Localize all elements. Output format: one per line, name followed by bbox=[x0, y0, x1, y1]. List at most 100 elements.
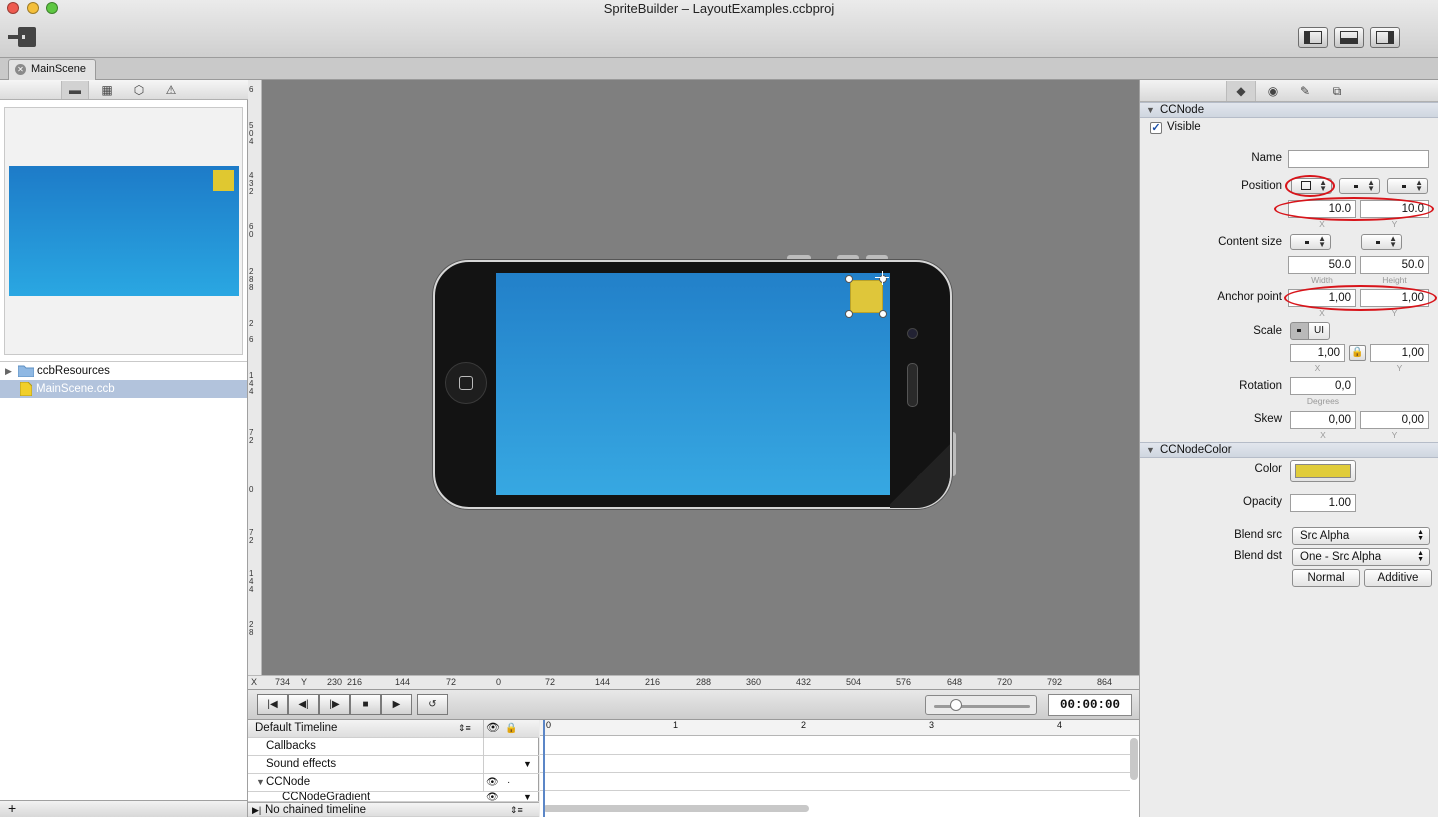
ccnode-section-header[interactable]: ▼ CCNode bbox=[1140, 102, 1438, 118]
position-x-unit-popup[interactable]: ▲ ▼ bbox=[1339, 178, 1380, 194]
name-field[interactable] bbox=[1288, 150, 1429, 168]
vertical-scrollbar[interactable] bbox=[1130, 738, 1138, 780]
loop-button[interactable]: ↺ bbox=[417, 694, 448, 715]
timeline-selector[interactable]: Default Timeline ⇕≡ 👁 🔒 bbox=[248, 720, 539, 738]
play-button[interactable]: ▶ bbox=[381, 694, 412, 715]
selection-handle[interactable] bbox=[845, 275, 853, 283]
lock-icon[interactable]: 🔒 bbox=[505, 720, 517, 737]
horizontal-ruler: X 734 Y 230 216 144 72 0 72 144 216 288 … bbox=[248, 675, 1139, 689]
timeline-controls: |◀ ◀| |▶ ■ ▶ ↺ 00:00:00 bbox=[248, 689, 1139, 720]
y-coord-label: Y bbox=[301, 677, 308, 687]
add-icon[interactable]: + bbox=[8, 800, 16, 816]
stop-button[interactable]: ■ bbox=[350, 694, 381, 715]
home-button-icon bbox=[445, 362, 487, 404]
tab-mainscene[interactable]: ✕ MainScene bbox=[8, 59, 96, 80]
timeline-keyframe-area[interactable]: 0 1 2 3 4 bbox=[540, 720, 1139, 817]
scale-ui-toggle[interactable]: UI bbox=[1308, 322, 1330, 340]
track-label: Callbacks bbox=[266, 740, 316, 752]
tileless-grid-icon[interactable]: ▦ bbox=[93, 81, 121, 99]
chained-timeline-selector[interactable]: ▶| No chained timeline ⇕≡ bbox=[248, 802, 539, 817]
templates-tab-icon[interactable]: ⧉ bbox=[1322, 81, 1352, 101]
disclosure-triangle-icon[interactable]: ▼ bbox=[1146, 103, 1155, 117]
jump-to-start-button[interactable]: |◀ bbox=[257, 694, 288, 715]
timeline-zoom-slider[interactable] bbox=[925, 695, 1037, 715]
horizontal-scrollbar[interactable] bbox=[543, 805, 809, 812]
position-label: Position bbox=[1241, 180, 1282, 192]
lock-dot-icon[interactable]: · bbox=[507, 774, 510, 791]
cube-icon[interactable]: ⬡ bbox=[125, 81, 153, 99]
x-coord-value: 734 bbox=[275, 677, 291, 687]
warning-icon[interactable]: ⚠ bbox=[157, 81, 185, 99]
loop-icon: ↺ bbox=[428, 699, 437, 710]
step-forward-icon: |▶ bbox=[329, 699, 340, 710]
tab-close-icon[interactable]: ✕ bbox=[15, 64, 26, 75]
x-coord-label: X bbox=[251, 677, 258, 687]
dropdown-arrow-icon[interactable]: ▼ bbox=[523, 792, 532, 801]
eye-icon[interactable]: 👁 bbox=[486, 720, 500, 737]
track-sound-effects[interactable]: Sound effects ▼ bbox=[248, 756, 539, 774]
dropdown-arrow-icon[interactable]: ▼ bbox=[523, 756, 532, 773]
track-label: CCNodeGradient bbox=[282, 792, 371, 802]
track-ccnodegradient[interactable]: CCNodeGradient 👁 ▼ bbox=[248, 792, 539, 802]
step-back-button[interactable]: ◀| bbox=[288, 694, 319, 715]
eye-icon[interactable]: 👁 bbox=[486, 792, 499, 801]
ccnodecolor-section-header[interactable]: ▼ CCNodeColor bbox=[1140, 442, 1438, 458]
skew-x-field[interactable]: 0,00 bbox=[1290, 411, 1356, 429]
rotation-field[interactable]: 0,0 bbox=[1290, 377, 1356, 395]
physics-tab-icon[interactable]: ✎ bbox=[1290, 81, 1320, 101]
publish-button[interactable] bbox=[6, 25, 38, 49]
content-height-field[interactable]: 50.0 bbox=[1360, 256, 1429, 274]
content-width-field[interactable]: 50.0 bbox=[1288, 256, 1356, 274]
tree-item-ccbresources[interactable]: ▶ ccbResources bbox=[0, 362, 247, 380]
toggle-left-panel-button[interactable] bbox=[1298, 27, 1328, 48]
skew-label: Skew bbox=[1253, 413, 1282, 425]
timeline-menu-icon[interactable]: ⇕≡ bbox=[458, 720, 471, 737]
disclosure-triangle-icon[interactable]: ▶ bbox=[5, 362, 12, 380]
blend-dst-select[interactable]: One - Src Alpha ▲ ▼ bbox=[1292, 548, 1430, 566]
timeline-tracks-panel: Default Timeline ⇕≡ 👁 🔒 Callbacks Sound … bbox=[248, 720, 539, 817]
playhead[interactable] bbox=[543, 720, 545, 817]
ccb-file-icon bbox=[20, 382, 32, 396]
content-width-unit-popup[interactable]: ▲ ▼ bbox=[1290, 234, 1331, 250]
code-connections-tab-icon[interactable]: ◉ bbox=[1258, 81, 1288, 101]
toggle-bottom-panel-button[interactable] bbox=[1334, 27, 1364, 48]
slider-thumb[interactable] bbox=[950, 699, 962, 711]
scale-points-toggle[interactable] bbox=[1290, 322, 1309, 340]
selected-color-node[interactable] bbox=[850, 280, 883, 313]
position-y-unit-popup[interactable]: ▲ ▼ bbox=[1387, 178, 1428, 194]
timeline-name: Default Timeline bbox=[255, 722, 338, 734]
toggle-right-panel-button[interactable] bbox=[1370, 27, 1400, 48]
scale-y-field[interactable]: 1,00 bbox=[1370, 344, 1429, 362]
additive-blend-button[interactable]: Additive bbox=[1364, 569, 1432, 587]
skew-y-field[interactable]: 0,00 bbox=[1360, 411, 1429, 429]
tree-item-mainscene-ccb[interactable]: MainScene.ccb bbox=[0, 380, 247, 398]
selection-handle[interactable] bbox=[879, 310, 887, 318]
disclosure-triangle-icon[interactable]: ▼ bbox=[256, 774, 265, 791]
play-icon: ▶ bbox=[392, 699, 401, 710]
properties-inspector: ◆ ◉ ✎ ⧉ ▼ CCNode ✓ Visible Name Position … bbox=[1139, 80, 1438, 817]
folder-view-icon[interactable]: ▬ bbox=[61, 81, 89, 99]
disclosure-triangle-icon[interactable]: ▼ bbox=[1146, 443, 1155, 457]
eye-icon[interactable]: 👁 bbox=[486, 774, 499, 791]
visible-checkbox[interactable]: ✓ bbox=[1150, 122, 1162, 134]
blend-src-select[interactable]: Src Alpha ▲ ▼ bbox=[1292, 527, 1430, 545]
step-forward-button[interactable]: |▶ bbox=[319, 694, 350, 715]
selection-handle[interactable] bbox=[845, 310, 853, 318]
scene-canvas[interactable] bbox=[262, 80, 1139, 675]
opacity-field[interactable]: 1.00 bbox=[1290, 494, 1356, 512]
scene-background-gradient[interactable] bbox=[496, 273, 890, 495]
color-swatch bbox=[1295, 464, 1351, 478]
properties-tab-icon[interactable]: ◆ bbox=[1226, 81, 1256, 101]
color-well[interactable] bbox=[1290, 460, 1356, 482]
track-callbacks[interactable]: Callbacks bbox=[248, 738, 539, 756]
scale-lock-icon[interactable]: 🔒 bbox=[1349, 345, 1366, 361]
timecode-display[interactable]: 00:00:00 bbox=[1048, 694, 1132, 716]
scale-x-field[interactable]: 1,00 bbox=[1290, 344, 1345, 362]
normal-blend-button[interactable]: Normal bbox=[1292, 569, 1360, 587]
resource-preview bbox=[4, 107, 243, 355]
timeline-ruler[interactable]: 0 1 2 3 4 bbox=[540, 720, 1139, 736]
track-label: Sound effects bbox=[266, 758, 337, 770]
track-ccnode[interactable]: ▼ CCNode 👁 · bbox=[248, 774, 539, 792]
content-height-unit-popup[interactable]: ▲ ▼ bbox=[1361, 234, 1402, 250]
timeline-menu-icon[interactable]: ⇕≡ bbox=[510, 803, 523, 817]
